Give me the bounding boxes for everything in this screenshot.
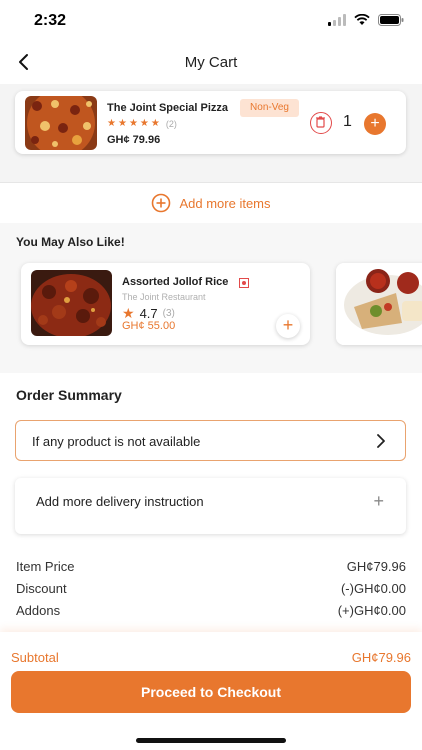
recommendation-name: Assorted Jollof Rice — [122, 276, 229, 288]
quantity-value: 1 — [343, 113, 352, 130]
recommendation-card[interactable] — [336, 263, 422, 345]
non-veg-icon — [239, 278, 249, 288]
chevron-right-icon — [377, 434, 385, 448]
product-unavailable-option[interactable]: If any product is not available — [15, 420, 406, 461]
home-indicator — [136, 738, 286, 743]
plus-icon: + — [282, 315, 294, 335]
star-icon: ★ — [128, 118, 138, 129]
summary-label: Item Price — [16, 559, 75, 574]
non-veg-badge: Non-Veg — [240, 99, 299, 117]
summary-value: GH¢79.96 — [346, 559, 406, 574]
cart-item-price: GH¢ 79.96 — [107, 134, 161, 146]
delivery-instruction-label: Add more delivery instruction — [36, 494, 204, 509]
status-icons — [328, 14, 404, 26]
checkout-bar: Subtotal GH¢79.96 Proceed to Checkout — [0, 632, 422, 750]
subtotal-value: GH¢79.96 — [351, 650, 411, 665]
pizza-image — [25, 96, 97, 150]
plus-icon: + — [370, 115, 380, 132]
summary-value: (-)GH¢0.00 — [340, 581, 406, 596]
add-more-items-label: Add more items — [179, 195, 271, 211]
review-count: (2) — [165, 119, 177, 129]
cart-item-name: The Joint Special Pizza — [107, 102, 229, 114]
rating-count: (3) — [162, 308, 175, 319]
star-icon: ★ — [150, 118, 160, 129]
rating-stars: ★ ★ ★ ★ ★ (2) — [107, 118, 177, 130]
cart-item: The Joint Special Pizza Non-Veg ★ ★ ★ ★ … — [15, 91, 406, 154]
wifi-icon — [354, 14, 370, 25]
increase-quantity-button[interactable]: + — [364, 113, 386, 135]
add-recommendation-button[interactable]: + — [276, 314, 300, 338]
plus-icon: + — [373, 491, 384, 511]
star-icon: ★ — [117, 118, 127, 129]
nav-bar: My Cart — [0, 44, 422, 84]
subtotal-label: Subtotal — [11, 650, 59, 665]
rating-value: 4.7 — [139, 306, 158, 321]
recommendation-price: GH¢ 55.00 — [122, 320, 176, 332]
add-circle-icon — [152, 193, 171, 213]
status-bar: 2:32 — [0, 0, 422, 44]
add-more-items-button[interactable]: Add more items — [0, 183, 422, 223]
recommendation-card[interactable]: Assorted Jollof Rice The Joint Restauran… — [21, 263, 310, 345]
summary-label: Discount — [16, 581, 67, 596]
trash-icon — [316, 116, 325, 128]
battery-icon — [378, 14, 404, 26]
food-platter-image — [336, 263, 422, 345]
delivery-instruction-option[interactable]: Add more delivery instruction + — [15, 478, 406, 534]
order-summary-title: Order Summary — [16, 387, 122, 403]
star-icon: ★ — [107, 118, 116, 129]
signal-icon — [328, 14, 346, 26]
recommendation-restaurant: The Joint Restaurant — [122, 292, 206, 302]
summary-label: Addons — [16, 603, 61, 618]
summary-value: (+)GH¢0.00 — [337, 603, 406, 618]
page-title: My Cart — [184, 54, 238, 71]
jollof-rice-image — [31, 270, 112, 336]
status-time: 2:32 — [34, 12, 67, 29]
product-unavailable-label: If any product is not available — [32, 434, 201, 449]
recommendations-title: You May Also Like! — [16, 235, 125, 249]
proceed-to-checkout-button[interactable]: Proceed to Checkout — [11, 671, 411, 713]
delete-item-button[interactable] — [310, 112, 332, 134]
star-icon: ★ — [139, 118, 149, 129]
